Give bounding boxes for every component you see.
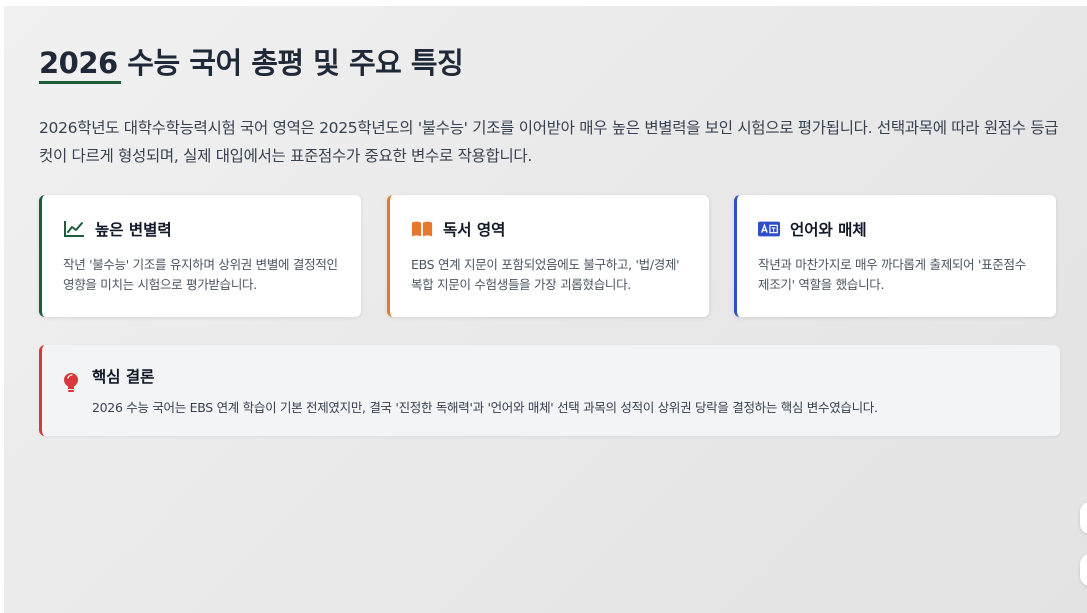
intro-paragraph: 2026학년도 대학수학능력시험 국어 영역은 2025학년도의 '불수능' 기… <box>39 119 1059 165</box>
card-discrimination: 높은 변별력 작년 '불수능' 기조를 유지하며 상위권 변별에 결정적인 영향… <box>39 195 361 317</box>
edge-floating-button[interactable] <box>1080 502 1087 534</box>
card-title: 독서 영역 <box>443 221 506 239</box>
card-language-media: 언어와 매체 작년과 마찬가지로 매우 까다롭게 출제되어 '표준점수 제조기'… <box>734 195 1056 317</box>
edge-floating-button[interactable] <box>1080 554 1087 586</box>
conclusion-title: 핵심 결론 <box>92 368 155 386</box>
card-title: 언어와 매체 <box>790 221 867 239</box>
lightbulb-icon <box>62 372 80 394</box>
card-header: 독서 영역 <box>411 217 691 241</box>
card-reading: 독서 영역 EBS 연계 지문이 포함되었음에도 불구하고, '법/경제' 복합… <box>387 195 709 317</box>
page-title: 2026 수능 국어 총평 및 주요 특징 <box>39 46 464 80</box>
key-conclusion-box: 핵심 결론 2026 수능 국어는 EBS 연계 학습이 기본 전제였지만, 결… <box>39 345 1060 436</box>
card-title: 높은 변별력 <box>95 221 172 239</box>
chart-line-icon <box>63 219 85 239</box>
title-underline <box>39 81 121 84</box>
language-icon <box>758 219 780 239</box>
card-description: 작년 '불수능' 기조를 유지하며 상위권 변별에 결정적인 영향을 미치는 시… <box>63 257 338 292</box>
card-header: 언어와 매체 <box>758 217 1038 241</box>
card-header: 높은 변별력 <box>63 217 343 241</box>
card-description: EBS 연계 지문이 포함되었음에도 불구하고, '법/경제' 복합 지문이 수… <box>411 257 680 292</box>
book-open-icon <box>411 219 433 239</box>
conclusion-text: 2026 수능 국어는 EBS 연계 학습이 기본 전제였지만, 결국 '진정한… <box>92 400 878 415</box>
card-description: 작년과 마찬가지로 매우 까다롭게 출제되어 '표준점수 제조기' 역할을 했습… <box>758 257 1026 292</box>
